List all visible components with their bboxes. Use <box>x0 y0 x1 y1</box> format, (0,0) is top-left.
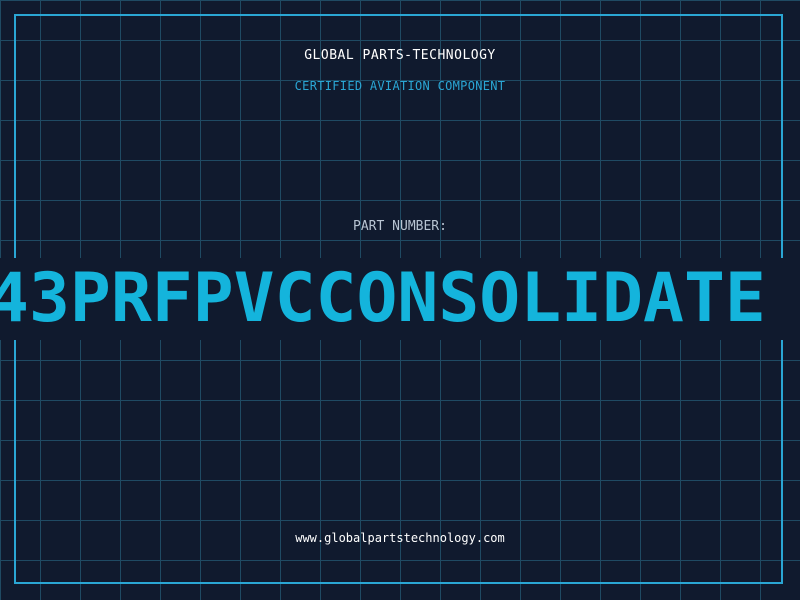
certification-subtitle: CERTIFIED AVIATION COMPONENT <box>294 79 506 93</box>
part-number-band: 43PRFPVCCONSOLIDATE <box>0 258 800 340</box>
website-url: www.globalpartstechnology.com <box>295 531 505 545</box>
part-number-label: PART NUMBER: <box>353 219 447 234</box>
company-name: GLOBAL PARTS-TECHNOLOGY <box>304 48 496 63</box>
part-number-value: 43PRFPVCCONSOLIDATE <box>0 259 766 338</box>
